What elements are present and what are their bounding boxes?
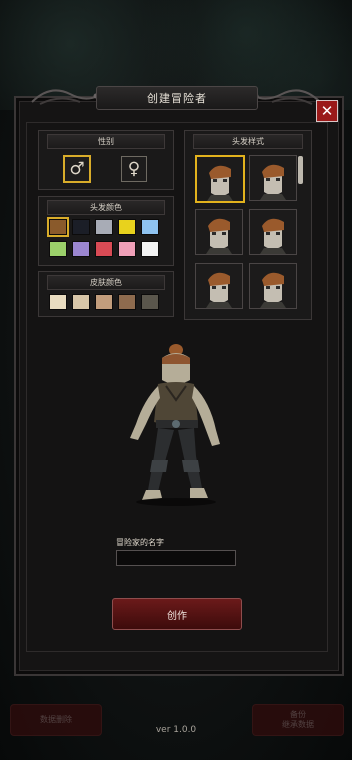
skin-color-swatch[interactable] [72,294,90,310]
backup-label: 备份 [290,710,306,720]
close-button[interactable]: ✕ [316,100,338,122]
female-button[interactable]: ♀ [121,156,147,182]
skin-color-group: 皮肤颜色 [38,271,174,317]
hair-color-swatch[interactable] [95,219,113,235]
gender-group: 性别 ♂ ♀ [38,130,174,190]
female-icon: ♀ [127,159,141,179]
skin-color-label: 皮肤颜色 [90,278,122,287]
hair-style-option[interactable] [249,155,297,201]
hair-color-swatch[interactable] [49,241,67,257]
hair-style-option[interactable] [249,209,297,255]
version-label: ver 1.0.0 [155,725,197,735]
title-ornament-right [253,89,321,105]
close-icon: ✕ [320,101,334,120]
adventurer-name-input[interactable] [116,550,236,566]
delete-data-label: 数据删除 [40,715,72,725]
skin-color-swatch[interactable] [141,294,159,310]
hair-color-label-bar: 头发颜色 [47,200,165,215]
hair-color-swatch[interactable] [118,219,136,235]
hair-color-swatch[interactable] [141,219,159,235]
dialog-title-text: 创建冒险者 [147,92,207,105]
hair-color-swatch[interactable] [72,219,90,235]
hair-style-option[interactable] [195,155,245,203]
gender-label-bar: 性别 [47,134,165,149]
hair-color-swatch[interactable] [72,241,90,257]
hair-style-label: 头发样式 [232,137,264,146]
skin-color-swatch[interactable] [95,294,113,310]
hair-color-swatch[interactable] [141,241,159,257]
hair-style-option[interactable] [195,263,243,309]
hair-color-swatch[interactable] [95,241,113,257]
skin-color-swatch[interactable] [118,294,136,310]
hair-style-option[interactable] [195,209,243,255]
hair-style-option[interactable] [249,263,297,309]
hair-style-group: 头发样式 [184,130,312,320]
skin-color-swatch[interactable] [49,294,67,310]
hair-color-swatch[interactable] [49,219,67,235]
hair-style-scrollbar[interactable] [298,156,303,184]
dialog-title: 创建冒险者 [96,86,258,110]
male-icon: ♂ [69,159,85,179]
hair-color-swatch[interactable] [118,241,136,257]
hair-color-label: 头发颜色 [90,203,122,212]
hair-color-group: 头发颜色 [38,196,174,266]
skin-color-label-bar: 皮肤颜色 [47,275,165,290]
create-button[interactable]: 创作 [112,598,242,630]
hair-style-label-bar: 头发样式 [193,134,303,149]
gender-label: 性别 [98,137,114,146]
adventurer-name-label: 冒险家的名字 [116,538,164,547]
male-button[interactable]: ♂ [63,155,91,183]
create-button-label: 创作 [167,610,187,622]
title-ornament-left [31,89,99,105]
character-preview [130,344,220,506]
